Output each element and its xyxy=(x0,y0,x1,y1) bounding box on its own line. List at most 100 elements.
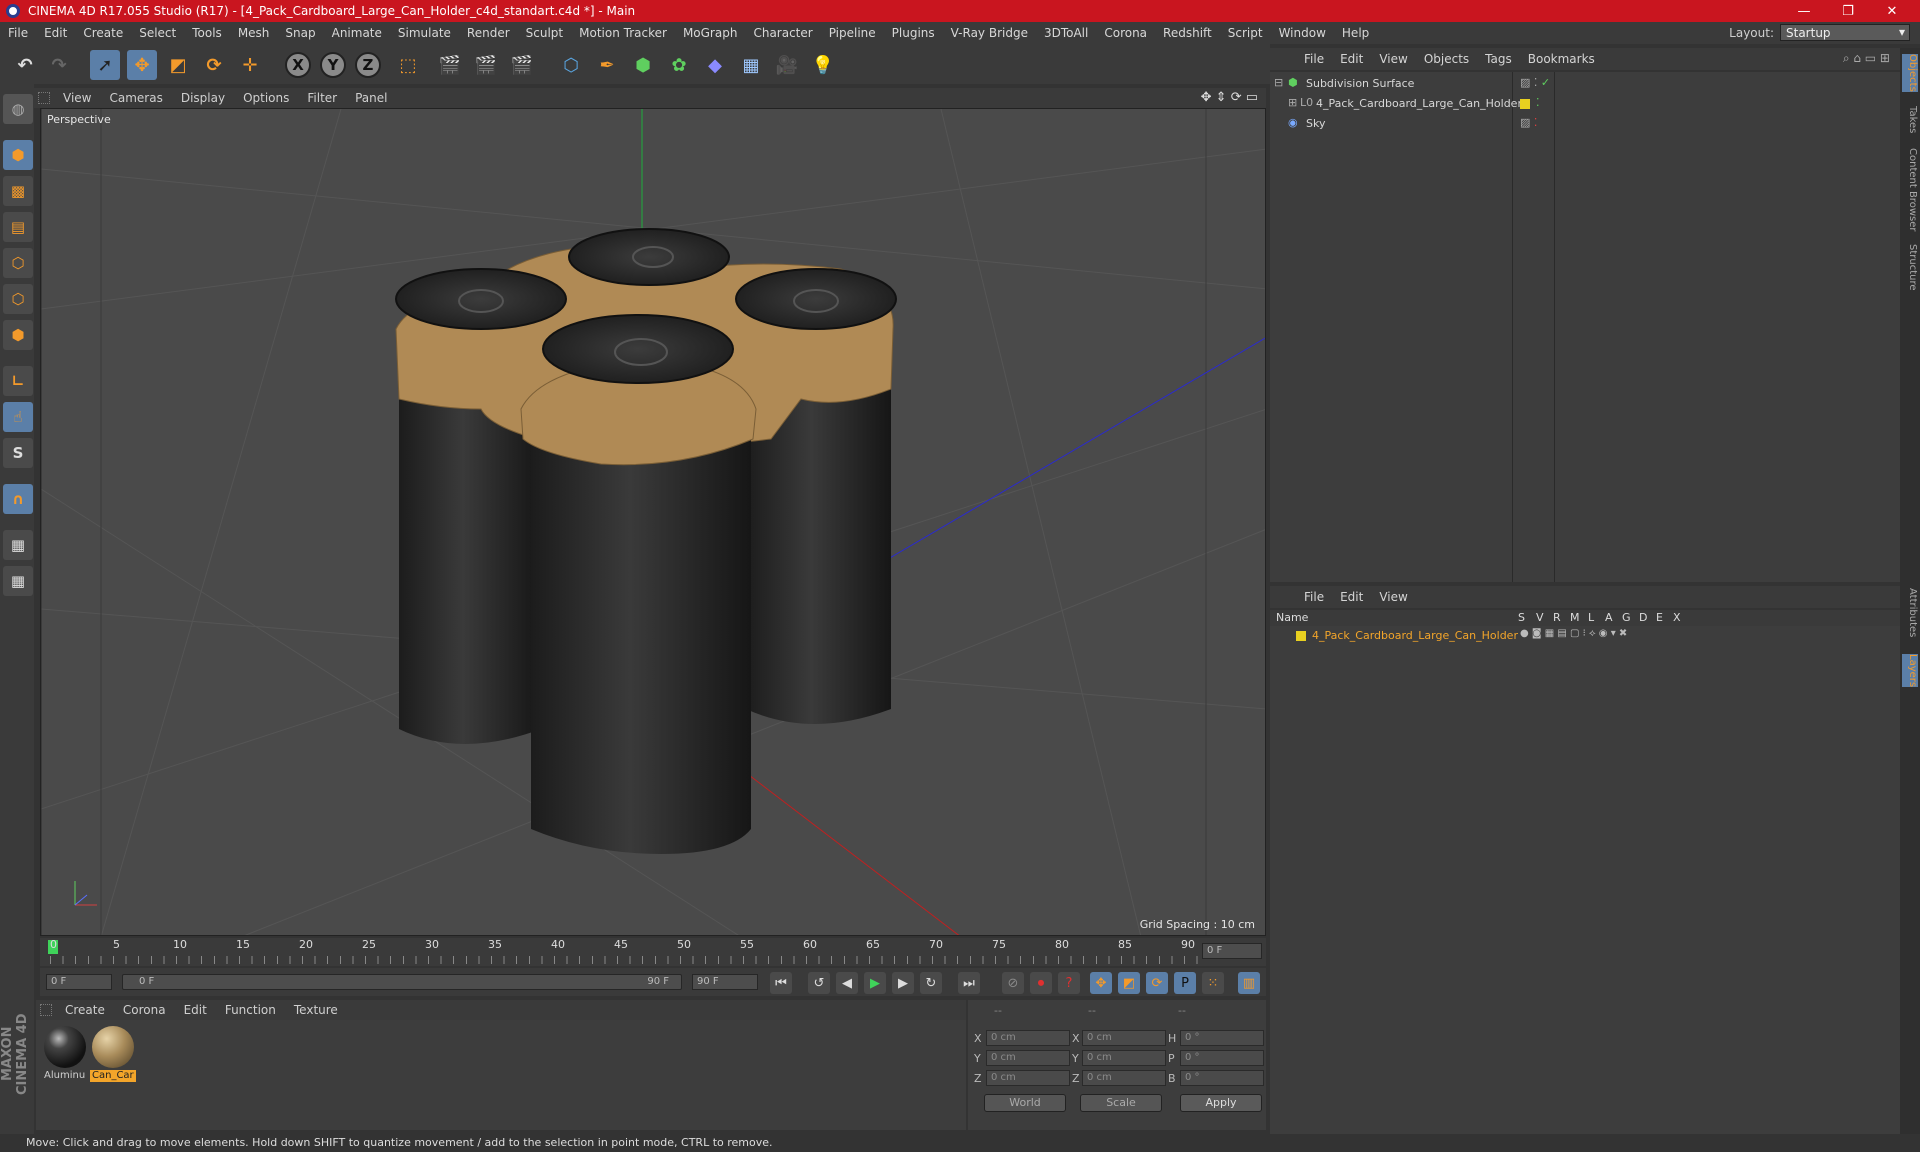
rotation-p-field[interactable]: 0 ° xyxy=(1180,1050,1264,1066)
viewport-menu-filter[interactable]: Filter xyxy=(298,91,346,105)
rotation-b-field[interactable]: 0 ° xyxy=(1180,1070,1264,1086)
position-z-field[interactable]: 0 cm xyxy=(986,1070,1070,1086)
maximize-button[interactable]: ❐ xyxy=(1826,0,1870,22)
material-menu-create[interactable]: Create xyxy=(56,1003,114,1017)
material-aluminum[interactable]: Aluminu xyxy=(42,1024,88,1082)
material-can-cardboard[interactable]: Can_Car xyxy=(90,1024,136,1082)
menu-create[interactable]: Create xyxy=(75,26,131,40)
material-menu-edit[interactable]: Edit xyxy=(175,1003,216,1017)
viewport-menu-view[interactable]: View xyxy=(54,91,100,105)
visibility-dots-icon[interactable]: ▨ ⁚ xyxy=(1520,116,1537,129)
material-menu-function[interactable]: Function xyxy=(216,1003,285,1017)
menu-plugins[interactable]: Plugins xyxy=(884,26,943,40)
size-mode-select[interactable]: Scale xyxy=(1080,1094,1162,1112)
rotation-h-field[interactable]: 0 ° xyxy=(1180,1030,1264,1046)
key-rotation-icon[interactable]: ⟳ xyxy=(1146,972,1168,994)
coordinate-system-icon[interactable]: ⬚ xyxy=(393,50,423,80)
tab-objects[interactable]: Objects xyxy=(1902,54,1918,92)
light-icon[interactable]: 💡 xyxy=(808,50,838,80)
workplane-mode-icon[interactable]: ▤ xyxy=(3,212,33,242)
object-row[interactable]: ◉ Sky ▨ ⁚ xyxy=(1270,116,1900,134)
objects-menu-tags[interactable]: Tags xyxy=(1477,52,1520,66)
menu-simulate[interactable]: Simulate xyxy=(390,26,459,40)
viewport-menu-options[interactable]: Options xyxy=(234,91,298,105)
keyframe-selection-icon[interactable]: ? xyxy=(1058,972,1080,994)
layer-row[interactable]: 4_Pack_Cardboard_Large_Can_Holder ● ◙ ▦ … xyxy=(1270,628,1900,646)
edges-mode-icon[interactable]: ⬡ xyxy=(3,284,33,314)
render-view-icon[interactable]: 🎬 xyxy=(435,50,465,80)
material-menu-corona[interactable]: Corona xyxy=(114,1003,175,1017)
object-row[interactable]: ⊟ ⬢ Subdivision Surface ▨ ⁚ ✓ xyxy=(1270,76,1900,94)
workplane-lock-icon[interactable]: ▦ xyxy=(3,530,33,560)
autokey-icon[interactable]: ⏺ xyxy=(1030,972,1052,994)
menu-tools[interactable]: Tools xyxy=(184,26,230,40)
minimize-button[interactable]: — xyxy=(1782,0,1826,22)
apply-button[interactable]: Apply xyxy=(1180,1094,1262,1112)
layers-menu-edit[interactable]: Edit xyxy=(1332,590,1371,604)
record-keys-icon[interactable]: ⊘ xyxy=(1002,972,1024,994)
key-pla-icon[interactable]: ⁙ xyxy=(1202,972,1224,994)
snap-magnet-icon[interactable]: ∩ xyxy=(3,484,33,514)
layers-menu-view[interactable]: View xyxy=(1371,590,1415,604)
previous-frame-icon[interactable]: ◀ xyxy=(836,972,858,994)
menu-vray-bridge[interactable]: V-Ray Bridge xyxy=(943,26,1036,40)
coordinate-mode-select[interactable]: World xyxy=(984,1094,1066,1112)
position-x-field[interactable]: 0 cm xyxy=(986,1030,1070,1046)
menu-render[interactable]: Render xyxy=(459,26,518,40)
polygons-mode-icon[interactable]: ⬢ xyxy=(3,320,33,350)
close-button[interactable]: ✕ xyxy=(1870,0,1914,22)
size-x-field[interactable]: 0 cm xyxy=(1082,1030,1166,1046)
objects-menu-objects[interactable]: Objects xyxy=(1416,52,1477,66)
axis-mode-icon[interactable]: ∟ xyxy=(3,366,33,396)
tab-takes[interactable]: Takes xyxy=(1902,106,1918,133)
tweak-mode-icon[interactable]: ☝ xyxy=(3,402,33,432)
redo-icon[interactable]: ↷ xyxy=(44,50,74,80)
menu-motion-tracker[interactable]: Motion Tracker xyxy=(571,26,675,40)
menu-mograph[interactable]: MoGraph xyxy=(675,26,746,40)
grid-snap-icon[interactable]: ▦ xyxy=(3,566,33,596)
layer-toggle-icons[interactable]: ● ◙ ▦ ▤ ▢ ⁝ ⟡ ◉ ▾ ✖ xyxy=(1520,628,1627,639)
viewport-menu-cameras[interactable]: Cameras xyxy=(100,91,171,105)
key-scale-icon[interactable]: ◩ xyxy=(1118,972,1140,994)
deformer-icon[interactable]: ◆ xyxy=(700,50,730,80)
timeline-ruler[interactable]: 0 5 10 15 20 25 30 35 40 45 50 55 60 65 … xyxy=(40,938,1266,966)
position-y-field[interactable]: 0 cm xyxy=(986,1050,1070,1066)
size-z-field[interactable]: 0 cm xyxy=(1082,1070,1166,1086)
expand-icon[interactable]: ⊞ xyxy=(1288,96,1297,109)
viewport-menu-panel[interactable]: Panel xyxy=(346,91,396,105)
scale-tool-icon[interactable]: ◩ xyxy=(163,50,193,80)
render-settings-icon[interactable]: 🎬 xyxy=(507,50,537,80)
rotate-tool-icon[interactable]: ⟳ xyxy=(199,50,229,80)
menu-window[interactable]: Window xyxy=(1271,26,1334,40)
y-axis-lock-icon[interactable]: Y xyxy=(318,50,348,80)
object-row[interactable]: ⊞ L0 4_Pack_Cardboard_Large_Can_Holder ⁚ xyxy=(1270,96,1900,114)
perspective-viewport[interactable]: Perspective Grid Spacing : 10 cm xyxy=(40,108,1266,936)
objects-menu-view[interactable]: View xyxy=(1371,52,1415,66)
end-frame-field[interactable]: 90 F xyxy=(692,974,758,990)
go-to-end-icon[interactable]: ⏭ xyxy=(958,972,980,994)
solo-icon[interactable]: S xyxy=(3,438,33,468)
pen-spline-icon[interactable]: ✒ xyxy=(592,50,622,80)
floor-icon[interactable]: ▦ xyxy=(736,50,766,80)
go-to-start-icon[interactable]: ⏮ xyxy=(770,972,792,994)
menu-3dtoall[interactable]: 3DToAll xyxy=(1036,26,1096,40)
menu-select[interactable]: Select xyxy=(131,26,184,40)
frame-range-slider[interactable]: 0 F 90 F xyxy=(122,974,682,990)
material-menu-texture[interactable]: Texture xyxy=(285,1003,347,1017)
start-frame-field[interactable]: 0 F xyxy=(46,974,112,990)
menu-edit[interactable]: Edit xyxy=(36,26,75,40)
next-key-icon[interactable]: ↻ xyxy=(920,972,942,994)
menu-pipeline[interactable]: Pipeline xyxy=(821,26,884,40)
menu-character[interactable]: Character xyxy=(745,26,820,40)
tab-layers[interactable]: Layers xyxy=(1902,654,1918,688)
menu-file[interactable]: File xyxy=(0,26,36,40)
layer-color-swatch[interactable] xyxy=(1296,631,1306,641)
move-tool-icon[interactable]: ✥ xyxy=(127,50,157,80)
timeline-window-icon[interactable]: ▥ xyxy=(1238,972,1260,994)
subdivision-surface-icon[interactable]: ⬢ xyxy=(628,50,658,80)
size-y-field[interactable]: 0 cm xyxy=(1082,1050,1166,1066)
transform-tool-icon[interactable]: ✛ xyxy=(235,50,265,80)
menu-animate[interactable]: Animate xyxy=(324,26,390,40)
select-tool-icon[interactable]: ➚ xyxy=(90,50,120,80)
menu-corona[interactable]: Corona xyxy=(1096,26,1155,40)
